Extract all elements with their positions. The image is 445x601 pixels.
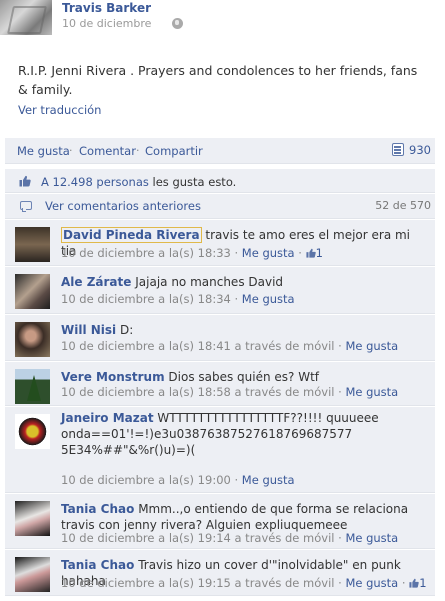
commenter-avatar[interactable] <box>15 274 50 309</box>
comment-like-count[interactable]: 1 <box>419 576 426 590</box>
comment-meta: 10 de diciembre a la(s) 18:58 a través d… <box>61 385 398 399</box>
comment-meta: 10 de diciembre a la(s) 18:34 · Me gusta <box>61 292 295 306</box>
likes-text: A 12.498 personas les gusta esto. <box>41 175 236 189</box>
comment-like-button[interactable]: Me gusta <box>345 576 398 590</box>
comment-like-button[interactable]: Me gusta <box>345 385 398 399</box>
commenter-avatar[interactable] <box>15 501 50 536</box>
comment-body: Ale Zárate Jajaja no manches David <box>61 274 426 290</box>
comment-meta: 10 de diciembre a la(s) 18:41 a través d… <box>61 339 398 353</box>
commenter-avatar[interactable] <box>15 414 50 449</box>
comment-time[interactable]: 10 de diciembre a la(s) 19:15 a través d… <box>61 576 334 590</box>
meta-separator: · <box>334 385 346 399</box>
comment-item: Janeiro Mazat WTTTTTTTTTTTTTTTTF??!!!! q… <box>5 407 435 493</box>
comment-text: D: <box>120 323 134 337</box>
thumbs-up-icon <box>305 248 316 258</box>
comment-time[interactable]: 10 de diciembre a la(s) 18:34 <box>61 292 231 306</box>
comment-count: 52 de 570 <box>375 199 431 212</box>
commenter-name[interactable]: Ale Zárate <box>61 275 131 289</box>
comment-time[interactable]: 10 de diciembre a la(s) 18:33 <box>61 246 231 260</box>
post-text: R.I.P. Jenni Rivera . Prayers and condol… <box>18 63 418 97</box>
comment-meta: 10 de diciembre a la(s) 19:00 · Me gusta <box>61 473 295 487</box>
thumbs-up-icon <box>19 175 31 187</box>
comment-meta: 10 de diciembre a la(s) 18:33 · Me gusta… <box>61 246 323 260</box>
view-previous-comments: Ver comentarios anteriores 52 de 570 <box>5 194 435 219</box>
post-header: Travis Barker 10 de diciembre <box>0 0 445 40</box>
author-avatar[interactable] <box>0 0 52 35</box>
comment-body: Janeiro Mazat WTTTTTTTTTTTTTTTTF??!!!! q… <box>61 410 411 458</box>
comment-text: Dios sabes quién es? Wtf <box>168 370 320 384</box>
action-separator: · <box>69 144 73 157</box>
commenter-name[interactable]: Will Nisi <box>61 323 116 337</box>
comment-text: Jajaja no manches David <box>135 275 284 289</box>
view-previous-comments-link[interactable]: Ver comentarios anteriores <box>45 199 201 213</box>
comment-body: Will Nisi D: <box>61 322 426 338</box>
meta-separator: · <box>334 576 346 590</box>
comment-item: Will Nisi D: 10 de diciembre a la(s) 18:… <box>5 315 435 361</box>
comment-time[interactable]: 10 de diciembre a la(s) 19:14 a través d… <box>61 531 334 545</box>
thumbs-up-icon <box>409 578 419 588</box>
comment-button[interactable]: Comentar <box>79 144 136 158</box>
commenter-name[interactable]: Tania Chao <box>61 558 134 572</box>
post-actions: Me gusta · Comentar · Compartir 930 <box>5 138 435 164</box>
comment-meta: 10 de diciembre a la(s) 19:14 a través d… <box>61 531 398 545</box>
comment-time[interactable]: 10 de diciembre a la(s) 19:00 <box>61 473 231 487</box>
comment-like-count[interactable]: 1 <box>316 246 323 260</box>
globe-icon <box>172 18 183 29</box>
comment-item: Tania Chao Travis hizo un cover d'"inolv… <box>5 550 435 596</box>
commenter-avatar[interactable] <box>15 369 50 404</box>
commenter-avatar[interactable] <box>15 322 50 357</box>
commenter-name[interactable]: Janeiro Mazat <box>61 411 154 425</box>
comment-like-button[interactable]: Me gusta <box>345 531 398 545</box>
comment-body: Tania Chao Mmm..,o entiendo de que forma… <box>61 501 426 533</box>
comment-meta: 10 de diciembre a la(s) 19:15 a través d… <box>61 576 427 590</box>
commenter-name[interactable]: Tania Chao <box>61 502 134 516</box>
meta-separator: · <box>334 339 346 353</box>
meta-separator: · <box>294 246 306 260</box>
share-button[interactable]: Compartir <box>145 144 203 158</box>
action-separator: · <box>136 144 140 157</box>
meta-separator: · <box>230 292 242 306</box>
comment-item: David Pineda Rivera travis te amo eres e… <box>5 220 435 266</box>
share-icon[interactable] <box>392 143 404 156</box>
see-translation-link[interactable]: Ver traducción <box>18 103 101 117</box>
comment-time[interactable]: 10 de diciembre a la(s) 18:41 a través d… <box>61 339 334 353</box>
comment-like-button[interactable]: Me gusta <box>242 292 295 306</box>
meta-separator: · <box>398 576 410 590</box>
likes-summary: A 12.498 personas les gusta esto. <box>5 169 435 193</box>
meta-separator: · <box>230 246 242 260</box>
comment-like-button[interactable]: Me gusta <box>345 339 398 353</box>
comment-body: Vere Monstrum Dios sabes quién es? Wtf <box>61 369 426 385</box>
like-button[interactable]: Me gusta <box>17 144 70 158</box>
comment-bubble-icon <box>20 201 32 212</box>
commenter-name[interactable]: David Pineda Rivera <box>61 227 202 243</box>
comment-item: Ale Zárate Jajaja no manches David 10 de… <box>5 267 435 314</box>
comment-like-button[interactable]: Me gusta <box>242 473 295 487</box>
comment-like-button[interactable]: Me gusta <box>242 246 295 260</box>
meta-separator: · <box>230 473 242 487</box>
share-count[interactable]: 930 <box>409 143 431 157</box>
post-date[interactable]: 10 de diciembre <box>62 17 151 30</box>
commenter-avatar[interactable] <box>15 227 50 262</box>
author-name[interactable]: Travis Barker <box>62 1 151 15</box>
likes-count-link[interactable]: A 12.498 personas <box>41 175 149 189</box>
meta-separator: · <box>334 531 346 545</box>
comment-time[interactable]: 10 de diciembre a la(s) 18:58 a través d… <box>61 385 334 399</box>
comment-item: Tania Chao Mmm..,o entiendo de que forma… <box>5 494 435 549</box>
comment-item: Vere Monstrum Dios sabes quién es? Wtf 1… <box>5 362 435 406</box>
likes-suffix: les gusta esto. <box>148 175 237 189</box>
commenter-avatar[interactable] <box>15 557 50 592</box>
commenter-name[interactable]: Vere Monstrum <box>61 370 165 384</box>
